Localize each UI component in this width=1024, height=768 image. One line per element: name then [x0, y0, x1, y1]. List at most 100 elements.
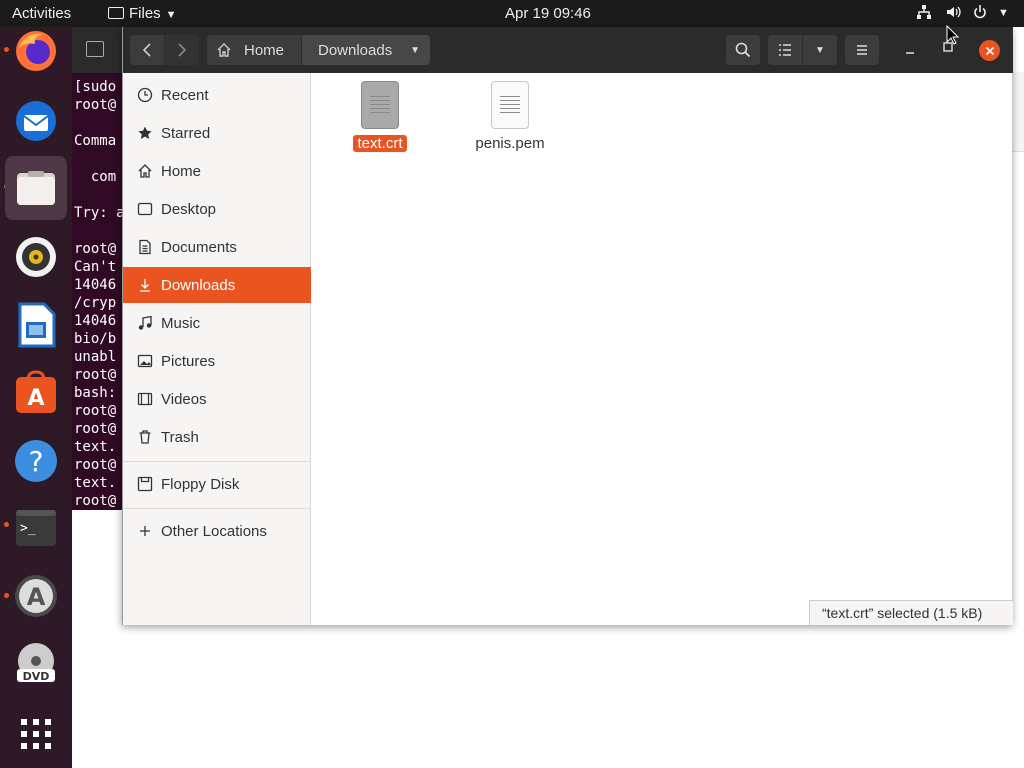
- sidebar-item-label: Starred: [161, 124, 211, 142]
- running-indicator: [4, 522, 9, 527]
- app-menu[interactable]: Files ▼: [108, 5, 177, 22]
- terminal-icon[interactable]: >_: [12, 504, 60, 552]
- file-view[interactable]: text.crt penis.pem: [311, 73, 1013, 600]
- rhythmbox-icon[interactable]: [12, 233, 60, 281]
- menu-button[interactable]: [845, 35, 879, 65]
- sidebar-item-label: Desktop: [161, 200, 217, 218]
- sidebar-separator: [123, 508, 311, 509]
- sidebar-item-downloads[interactable]: Downloads: [123, 267, 311, 303]
- sidebar-item-recent[interactable]: Recent: [123, 77, 311, 113]
- file-name: penis.pem: [475, 135, 545, 152]
- document-icon: [137, 239, 153, 255]
- files-window: Home Downloads ▼ ▼ Recent Starred Home D…: [122, 27, 1013, 625]
- search-button[interactable]: [726, 35, 760, 65]
- top-bar: Activities Files ▼ Apr 19 09:46 ▼: [0, 0, 1024, 27]
- sidebar-item-label: Videos: [161, 390, 207, 408]
- path-home-button[interactable]: Home: [207, 35, 301, 65]
- network-icon[interactable]: [916, 4, 932, 24]
- forward-icon: [178, 43, 187, 57]
- background-window-edge: [1012, 72, 1024, 152]
- sidebar-item-home[interactable]: Home: [123, 153, 311, 189]
- libreoffice-writer-icon[interactable]: [12, 301, 60, 349]
- terminal-headerbar: [72, 27, 122, 73]
- picture-icon: [137, 353, 153, 369]
- star-icon: [137, 125, 153, 141]
- close-icon: [985, 46, 994, 55]
- activities-button[interactable]: Activities: [12, 5, 71, 22]
- sidebar-item-floppy-disk[interactable]: Floppy Disk: [123, 466, 311, 502]
- sidebar-item-pictures[interactable]: Pictures: [123, 343, 311, 379]
- sidebar-separator: [123, 461, 311, 462]
- sidebar-item-desktop[interactable]: Desktop: [123, 191, 311, 227]
- trash-icon: [137, 429, 153, 445]
- back-button[interactable]: [130, 35, 164, 65]
- sidebar-item-label: Downloads: [161, 276, 236, 294]
- svg-text:A: A: [27, 583, 46, 611]
- path-downloads-label: Downloads: [318, 41, 393, 59]
- running-indicator: [4, 593, 9, 598]
- chevron-down-icon: ▼: [165, 9, 177, 21]
- file-name: text.crt: [353, 135, 407, 152]
- path-downloads-button[interactable]: Downloads ▼: [302, 35, 430, 65]
- system-menu-chevron-icon[interactable]: ▼: [998, 7, 1009, 19]
- sidebar-item-label: Floppy Disk: [161, 475, 240, 493]
- sidebar-item-trash[interactable]: Trash: [123, 419, 311, 455]
- sidebar-item-label: Documents: [161, 238, 237, 256]
- forward-button[interactable]: [165, 35, 199, 65]
- minimize-icon: [906, 52, 914, 54]
- new-tab-icon[interactable]: [86, 41, 104, 57]
- sidebar-item-other-locations[interactable]: Other Locations: [123, 513, 311, 549]
- music-icon: [137, 315, 153, 331]
- show-applications-icon[interactable]: [12, 710, 60, 758]
- dvd-icon[interactable]: DVD: [12, 640, 60, 688]
- mouse-cursor: [946, 24, 960, 50]
- files-app-icon: [108, 7, 124, 19]
- help-icon[interactable]: ?: [12, 437, 60, 485]
- sidebar-item-label: Other Locations: [161, 522, 267, 540]
- sidebar-item-videos[interactable]: Videos: [123, 381, 311, 417]
- chevron-down-icon: ▼: [815, 44, 825, 56]
- chevron-down-icon: ▼: [410, 44, 420, 56]
- sidebar-item-music[interactable]: Music: [123, 305, 311, 341]
- svg-text:?: ?: [29, 445, 44, 478]
- home-icon: [137, 163, 153, 179]
- firefox-icon[interactable]: [12, 27, 60, 75]
- files-icon[interactable]: [5, 156, 67, 220]
- download-icon: [137, 277, 153, 293]
- hamburger-icon: [857, 45, 867, 55]
- text-file-icon: [361, 81, 399, 129]
- back-icon: [142, 43, 151, 57]
- clock[interactable]: Apr 19 09:46: [505, 5, 591, 22]
- dock: A ? >_ A DVD: [0, 27, 72, 768]
- list-icon: [779, 44, 791, 56]
- sidebar-item-label: Home: [161, 162, 202, 180]
- power-icon[interactable]: [972, 4, 988, 24]
- sidebar-item-label: Recent: [161, 86, 209, 104]
- view-options-button[interactable]: ▼: [803, 35, 837, 65]
- headerbar: Home Downloads ▼ ▼: [123, 27, 1013, 73]
- search-icon: [735, 42, 751, 58]
- sidebar-item-starred[interactable]: Starred: [123, 115, 311, 151]
- sidebar-item-documents[interactable]: Documents: [123, 229, 311, 265]
- plus-icon: [137, 523, 153, 539]
- sidebar-item-label: Pictures: [161, 352, 216, 370]
- floppy-icon: [137, 476, 153, 492]
- file-item[interactable]: penis.pem: [460, 81, 560, 152]
- running-indicator: [4, 47, 9, 52]
- sidebar-item-label: Trash: [161, 428, 199, 446]
- svg-text:A: A: [27, 386, 44, 411]
- status-bar: “text.crt” selected (1.5 kB): [809, 600, 1013, 625]
- file-item[interactable]: text.crt: [330, 81, 430, 152]
- clock-icon: [137, 87, 153, 103]
- volume-icon[interactable]: [945, 4, 961, 24]
- desktop-icon: [137, 201, 153, 217]
- svg-text:DVD: DVD: [23, 670, 50, 683]
- software-updater-icon[interactable]: A: [12, 572, 60, 620]
- ubuntu-software-icon[interactable]: A: [12, 369, 60, 417]
- home-icon: [217, 43, 231, 57]
- sidebar: Recent Starred Home Desktop Documents Do…: [123, 73, 311, 625]
- minimize-button[interactable]: [903, 41, 919, 57]
- close-button[interactable]: [979, 40, 1000, 61]
- thunderbird-icon[interactable]: [12, 97, 60, 145]
- view-list-button[interactable]: [768, 35, 802, 65]
